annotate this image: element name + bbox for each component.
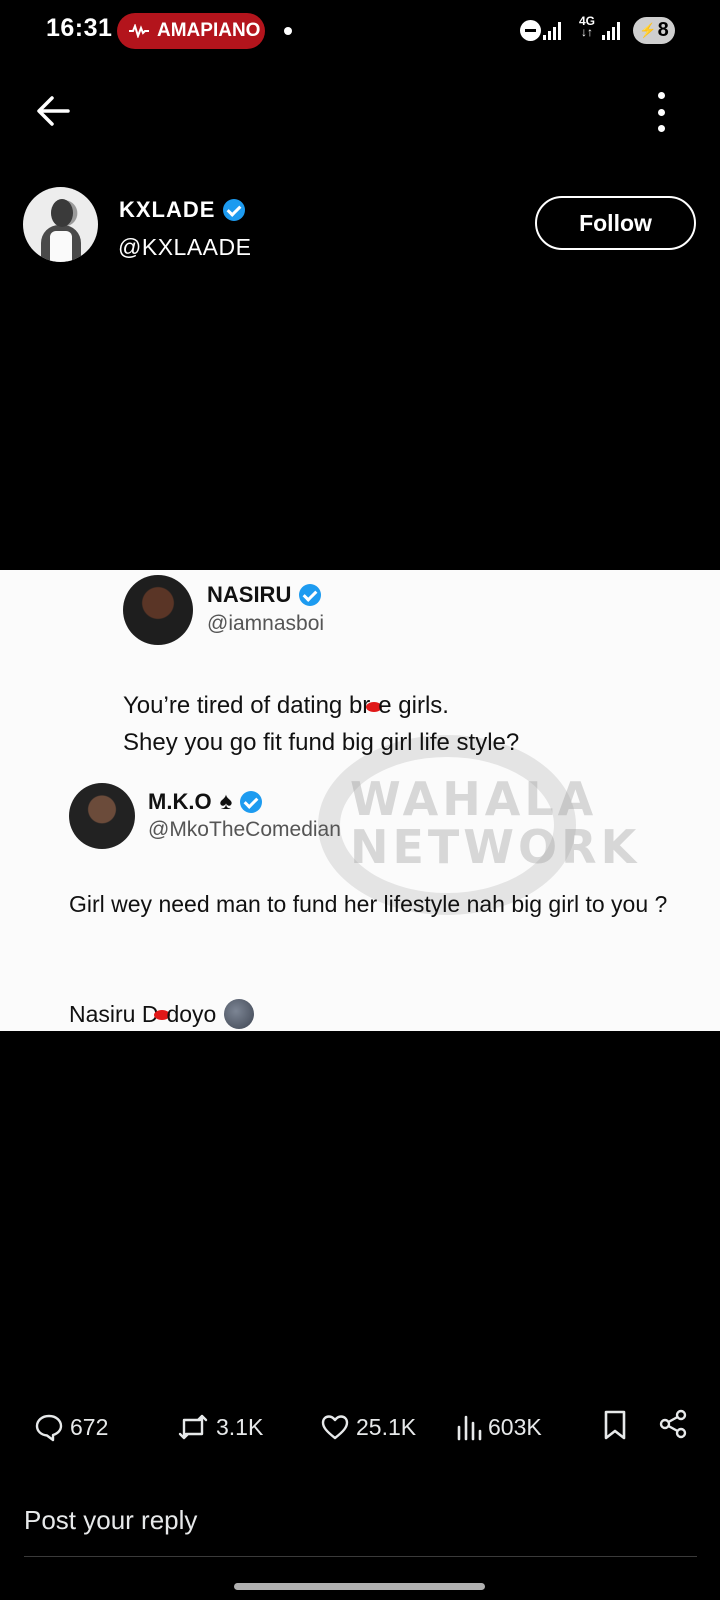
audio-wave-icon	[129, 24, 149, 38]
status-time: 16:31	[46, 14, 113, 42]
follow-button[interactable]: Follow	[535, 196, 696, 250]
network-type-label: 4G ↓↑	[579, 14, 596, 39]
spade-icon: ♠	[219, 788, 233, 815]
now-playing-label: AMAPIANO	[157, 20, 261, 41]
arrow-left-icon[interactable]	[34, 92, 72, 130]
bookmark-icon[interactable]	[602, 1409, 628, 1441]
repost-icon	[178, 1414, 208, 1440]
post-media-image[interactable]: WAHALA NETWORK NASIRU @iamnasboi You’re t…	[0, 570, 720, 1031]
quoted-avatar	[123, 575, 193, 645]
more-vertical-icon[interactable]	[654, 92, 668, 132]
avatar[interactable]	[23, 187, 98, 262]
reply-display-name: M.K.O ♠	[148, 788, 263, 816]
verified-badge-icon	[299, 584, 322, 606]
views-chart-icon	[457, 1415, 482, 1441]
signal-icon-2	[602, 22, 620, 40]
moon-emoji-icon	[224, 999, 255, 1029]
home-indicator[interactable]	[234, 1583, 485, 1590]
reply-signoff: Nasiru Ddoyo	[69, 999, 255, 1029]
reply-button[interactable]: 672	[34, 1405, 108, 1449]
watermark-text: WAHALA NETWORK	[350, 772, 641, 874]
author-display-name[interactable]: KXLADE	[119, 197, 246, 223]
reply-text: Girl wey need man to fund her lifestyle …	[69, 891, 668, 917]
comment-icon	[35, 1414, 63, 1442]
do-not-disturb-icon	[520, 20, 541, 41]
repost-button[interactable]: 3.1K	[176, 1405, 263, 1449]
battery-indicator: ⚡ 8	[633, 17, 675, 44]
reply-divider	[24, 1556, 697, 1557]
views-button[interactable]: 603K	[456, 1405, 542, 1449]
notification-dot	[284, 27, 292, 35]
share-icon[interactable]	[658, 1409, 688, 1439]
verified-badge-icon	[223, 199, 246, 221]
like-button[interactable]: 25.1K	[320, 1405, 416, 1449]
quoted-display-name: NASIRU	[207, 582, 322, 608]
verified-badge-icon	[240, 791, 263, 813]
now-playing-chip[interactable]: AMAPIANO	[117, 13, 265, 49]
author-handle[interactable]: @KXLAADE	[118, 234, 251, 261]
reply-handle: @MkoTheComedian	[148, 818, 341, 841]
quoted-text: You’re tired of dating br e girls. Shey y…	[123, 692, 520, 756]
quoted-handle: @iamnasboi	[207, 612, 325, 635]
reply-input[interactable]: Post your reply	[24, 1505, 197, 1536]
post-actions: 672 3.1K 25.1K 603K	[34, 1405, 694, 1449]
heart-icon	[321, 1415, 349, 1440]
reply-avatar	[69, 783, 135, 849]
signal-icon	[543, 22, 561, 40]
